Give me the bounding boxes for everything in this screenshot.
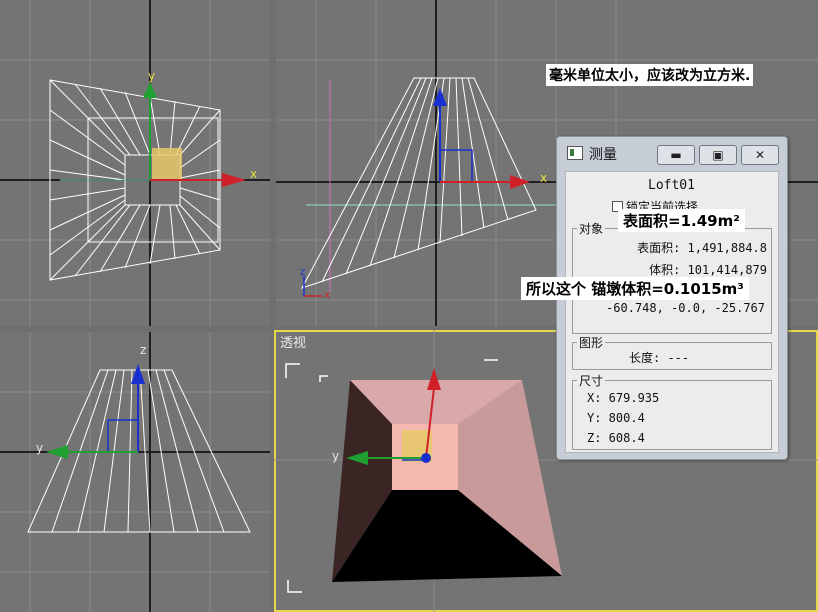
- volume-value: 体积: 101,414,879: [649, 263, 767, 277]
- dimensions-group: 尺寸 X: 679.935 Y: 800.4 Z: 608.4: [572, 372, 772, 450]
- center-value: -60.748, -0.0, -25.767: [606, 301, 765, 315]
- svg-text:x: x: [324, 290, 330, 301]
- measure-app-icon: [567, 146, 583, 160]
- axis-y-label: y: [148, 69, 155, 83]
- top-viewport[interactable]: y x: [0, 0, 270, 326]
- dimensions-group-label: 尺寸: [577, 372, 606, 389]
- close-button[interactable]: ✕: [741, 145, 779, 165]
- minimize-button[interactable]: ▬: [657, 145, 695, 165]
- length-value: 长度: ---: [629, 351, 690, 365]
- axis-y-label: y: [36, 441, 43, 455]
- objects-group-label: 对象: [577, 220, 606, 237]
- top-viewport-canvas[interactable]: y x: [0, 0, 270, 326]
- shapes-group-label: 图形: [577, 334, 606, 351]
- unit-note-annotation: 毫米单位太小，应该改为立方米.: [546, 64, 754, 86]
- volume-annotation: 所以这个 锚墩体积=0.1015m³: [521, 277, 749, 300]
- dialog-title: 测量: [589, 147, 617, 163]
- axis-x-label: x: [540, 171, 547, 185]
- front-transform-gizmo[interactable]: [433, 88, 530, 189]
- selection-highlight: [152, 148, 182, 180]
- surface-area-value: 表面积: 1,491,884.8: [637, 241, 767, 255]
- shapes-group: 图形 长度: ---: [572, 334, 772, 370]
- dialog-titlebar[interactable]: 测量 ▬ ▣ ✕: [557, 137, 787, 167]
- maximize-button[interactable]: ▣: [699, 145, 737, 165]
- dimension-x: X: 679.935: [587, 391, 660, 405]
- axis-x-label: x: [250, 167, 257, 181]
- left-viewport-canvas[interactable]: z y: [0, 332, 270, 612]
- perspective-viewport-label[interactable]: 透视: [280, 332, 306, 351]
- dimension-y: Y: 800.4: [587, 411, 645, 425]
- svg-text:z: z: [300, 267, 305, 278]
- axis-y-label: y: [332, 449, 339, 463]
- object-name: Loft01: [648, 178, 695, 193]
- dimension-z: Z: 608.4: [587, 431, 645, 445]
- surface-area-annotation: 表面积=1.49m²: [618, 209, 745, 232]
- axis-z-label: z: [140, 343, 146, 357]
- left-viewport[interactable]: z y: [0, 332, 270, 612]
- perspective-mesh: [332, 380, 562, 582]
